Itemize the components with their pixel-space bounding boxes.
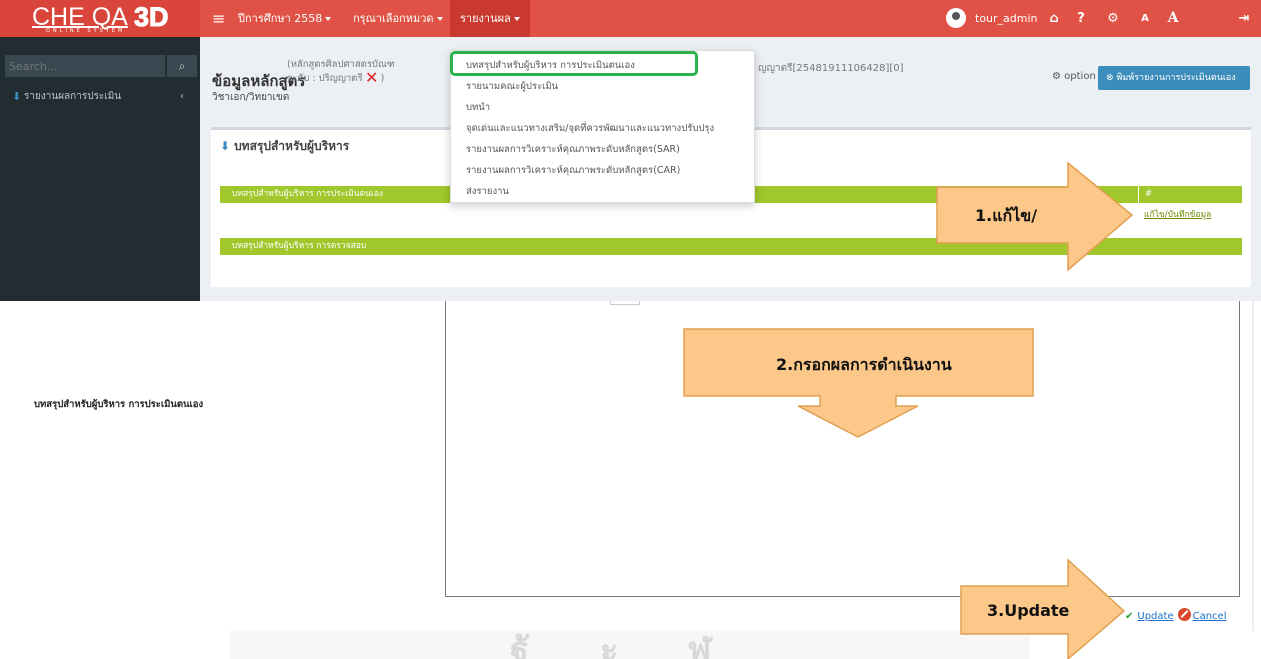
- callout-arrow-2: [683, 328, 1034, 438]
- screenshot-root: CHE QA ONLINE SYSTEM 3D ≡ ปีการศึกษา 255…: [0, 0, 1261, 659]
- callout-step-1: 1.แก้ไข/: [975, 206, 1038, 225]
- callout-step-3: 3.Update: [987, 601, 1070, 620]
- callout-step-2: 2.กรอกผลการดำเนินงาน: [776, 355, 952, 374]
- callout-overlay: [683, 161, 1134, 659]
